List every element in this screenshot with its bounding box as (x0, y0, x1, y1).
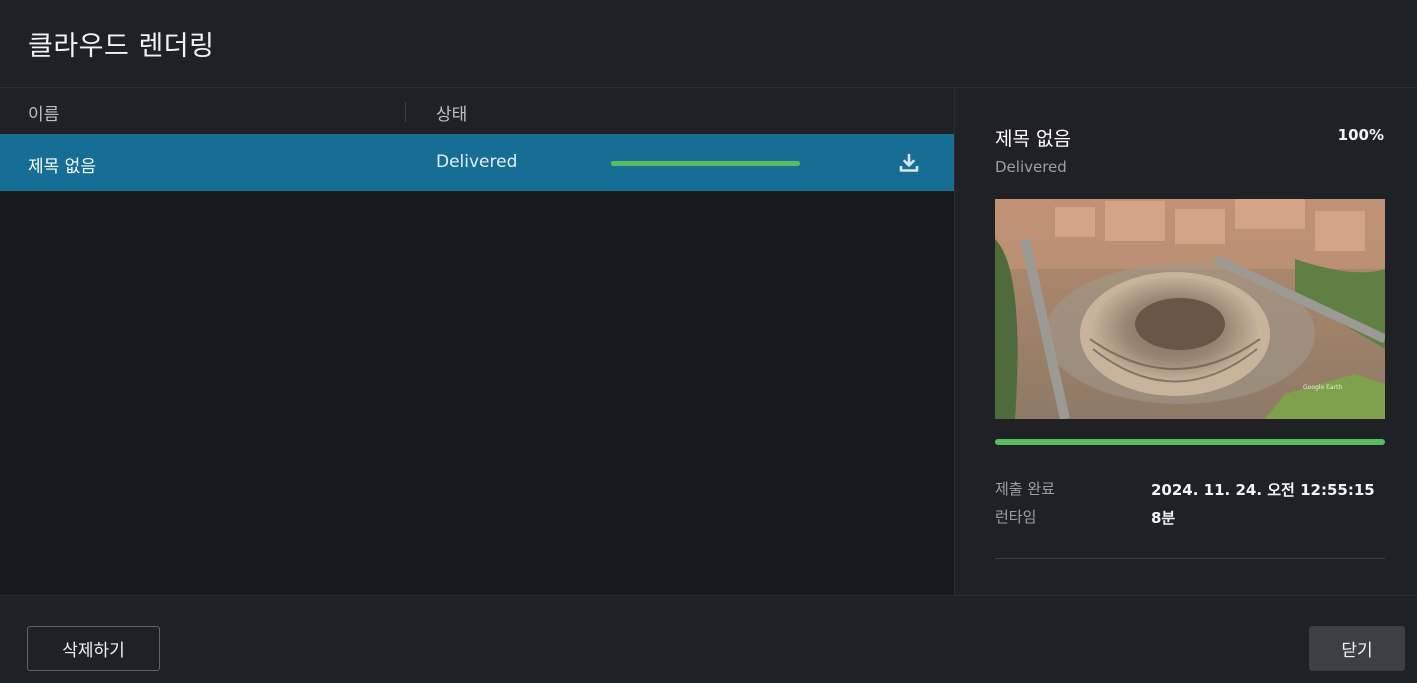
render-list: 이름 상태 제목 없음 Delivered (0, 88, 954, 595)
download-icon[interactable] (896, 150, 922, 176)
delete-button[interactable]: 삭제하기 (27, 626, 160, 671)
render-row-progress-bar (611, 161, 800, 166)
close-button[interactable]: 닫기 (1309, 626, 1405, 671)
render-thumbnail: Google Earth (995, 199, 1385, 419)
detail-progress-fill (995, 439, 1385, 445)
submitted-label: 제출 완료 (995, 480, 1055, 498)
column-header-status[interactable]: 상태 (436, 100, 467, 125)
dialog-header: 클라우드 렌더링 (0, 0, 1417, 88)
dialog-footer: 삭제하기 닫기 (0, 595, 1417, 683)
column-header-name[interactable]: 이름 (28, 100, 59, 125)
render-row-name: 제목 없음 (28, 157, 96, 177)
render-row[interactable]: 제목 없음 Delivered (0, 134, 954, 191)
render-row-status: Delivered (436, 152, 518, 172)
detail-divider (995, 558, 1385, 559)
detail-status: Delivered (995, 158, 1067, 176)
render-detail-panel: 제목 없음 100% Delivered Google Earth 제출 완료 … (955, 88, 1417, 595)
cloud-rendering-dialog: 클라우드 렌더링 이름 상태 제목 없음 Delivered 제목 없음 100… (0, 0, 1417, 683)
download-icon-glyph (899, 153, 919, 172)
runtime-label: 런타임 (995, 508, 1037, 526)
colosseum-aerial-image: Google Earth (995, 199, 1385, 419)
runtime-value: 8분 (1151, 509, 1176, 527)
column-divider[interactable] (405, 102, 406, 122)
list-column-header: 이름 상태 (0, 88, 954, 134)
detail-percent: 100% (1337, 126, 1384, 144)
svg-text:Google Earth: Google Earth (1303, 384, 1342, 391)
detail-progress-bar (995, 439, 1385, 445)
dialog-title: 클라우드 렌더링 (28, 31, 215, 62)
submitted-value: 2024. 11. 24. 오전 12:55:15 (1151, 481, 1375, 499)
detail-title: 제목 없음 (995, 128, 1071, 150)
render-row-progress-fill (611, 161, 800, 166)
